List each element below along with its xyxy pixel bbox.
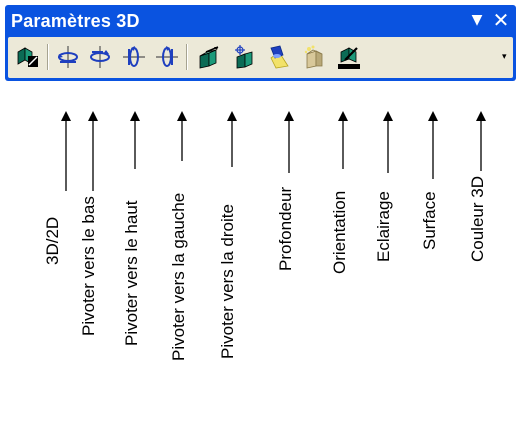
toolbar-window: Paramètres 3D ▼ ✕ ▾ [5,5,516,81]
surface-button[interactable] [299,42,329,72]
3d-color-button[interactable] [334,42,364,72]
3d-2d-toggle-button[interactable] [13,42,43,72]
lighting-icon [270,45,289,69]
3d-color-icon [338,47,360,69]
toolbar-title: Paramètres 3D [11,11,140,31]
callout-label: Pivoter vers la gauche [169,192,188,361]
callout-label: Eclairage [374,191,393,262]
tilt-left-button[interactable] [119,42,149,72]
toolbar-options-arrow-icon[interactable]: ▼ [467,10,487,30]
toolbar-titlebar[interactable]: Paramètres 3D ▼ ✕ [5,5,516,37]
direction-icon [235,45,253,69]
callout-arrow [177,111,187,161]
callout-arrow [383,111,393,173]
3d-color-dropdown-arrow-icon[interactable]: ▾ [502,52,512,62]
tilt-down-button[interactable] [53,42,83,72]
tilt-left-icon [123,46,145,67]
tilt-up-icon [90,46,110,68]
callout-arrow [61,111,71,191]
callout-label: Profondeur [276,186,295,271]
callout-arrow [428,111,438,179]
callout-arrow [130,111,140,169]
callout-arrow [476,111,486,171]
depth-icon [199,46,219,69]
tilt-right-button[interactable] [152,42,182,72]
toolbar-separator [186,44,188,70]
callout-label: Pivoter vers le haut [122,200,141,346]
callout-label: Surface [420,191,439,250]
callout-label: Pivoter vers la droite [218,204,237,359]
callout-label: Pivoter vers le bas [79,196,98,336]
callout-arrow [338,111,348,169]
tilt-down-icon [58,46,78,68]
callout-arrow [88,111,98,191]
callout-label: 3D/2D [43,216,62,265]
toolbar-separator [47,44,49,70]
callout-arrow [227,111,237,167]
callout-label: Couleur 3D [468,176,487,262]
depth-button[interactable] [194,42,224,72]
3d-toggle-icon [17,47,38,67]
callout-label: Orientation [330,190,349,274]
callout-arrow [284,111,294,173]
close-icon[interactable]: ✕ [491,10,511,30]
tilt-up-button[interactable] [85,42,115,72]
toolbar-buttons-row: ▾ [8,37,513,78]
lighting-button[interactable] [264,42,294,72]
tilt-right-icon [156,46,178,67]
surface-icon [304,45,323,69]
direction-button[interactable] [229,42,259,72]
